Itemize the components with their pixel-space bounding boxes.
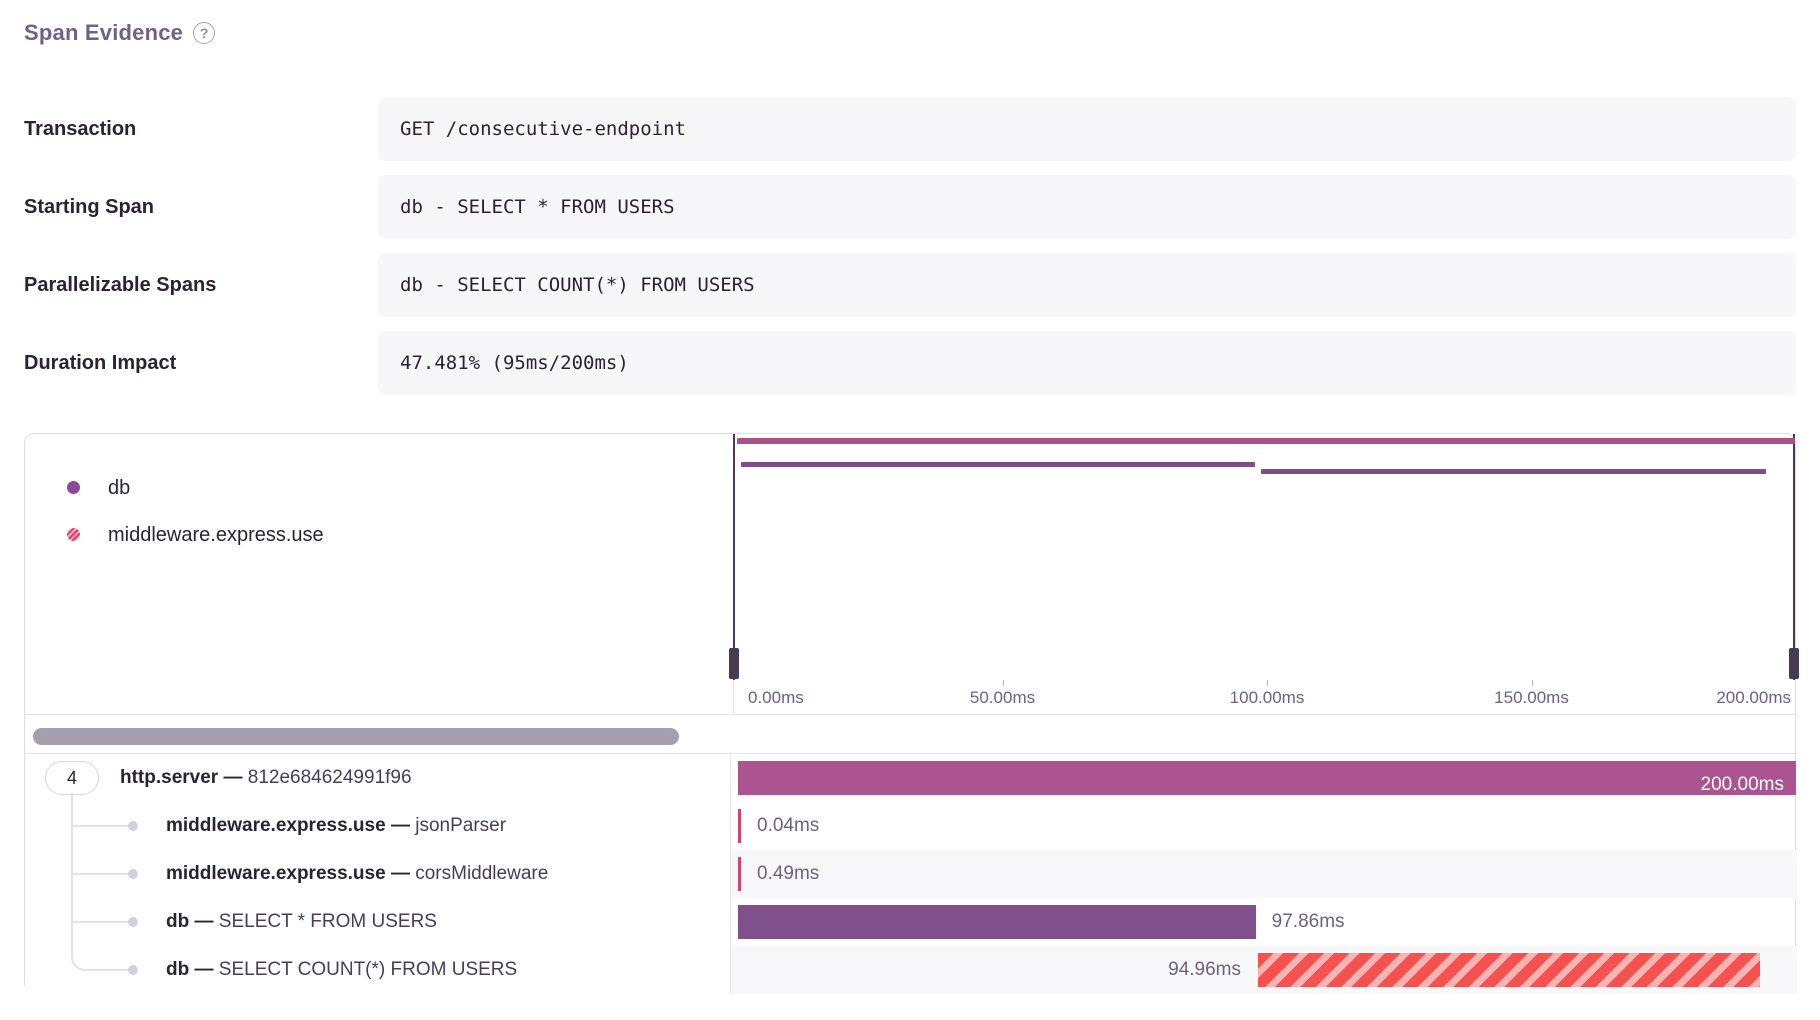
- legend-item-middleware-express-use[interactable]: middleware.express.use0.53ms0%: [25, 517, 730, 553]
- detail-row-transaction: Transaction GET /consecutive-endpoint: [24, 97, 1796, 161]
- transaction-value: GET /consecutive-endpoint: [378, 97, 1796, 161]
- span-row-http-server-0[interactable]: 4 http.server — 812e684624991f96 200.00ms: [25, 754, 1797, 802]
- span-evidence-panel: Span Evidence ? Transaction GET /consecut…: [0, 0, 1820, 1020]
- span-description: SELECT * FROM USERS: [219, 911, 437, 932]
- span-row-title: db — SELECT * FROM USERS: [166, 898, 437, 946]
- span-row-bar-cell: 94.96ms: [730, 946, 1797, 994]
- minimap-right-handle-line[interactable]: [1793, 434, 1795, 680]
- span-dash: —: [218, 767, 248, 788]
- span-op: http.server: [120, 767, 218, 788]
- span-op: db: [166, 911, 189, 932]
- axis-tick-label: 50.00ms: [970, 680, 1035, 714]
- span-duration-bar: [738, 809, 741, 843]
- span-count-toggle[interactable]: 4: [45, 761, 99, 795]
- axis-tick-label: 0.00ms: [748, 680, 804, 714]
- span-duration-bar: [738, 905, 1256, 939]
- axis-tick-label: 100.00ms: [1230, 680, 1305, 714]
- span-description: SELECT COUNT(*) FROM USERS: [219, 959, 517, 980]
- divider-axis-bottom: [25, 714, 1797, 715]
- help-icon[interactable]: ?: [193, 22, 215, 44]
- span-row-bar-cell: 97.86ms: [730, 898, 1797, 946]
- span-description: 812e684624991f96: [248, 767, 412, 788]
- axis-tick-label: 150.00ms: [1494, 680, 1569, 714]
- span-op: middleware.express.use: [166, 863, 386, 884]
- span-row-name-cell: middleware.express.use — jsonParser: [25, 802, 730, 850]
- span-duration-label: 94.96ms: [1168, 946, 1241, 994]
- span-row-name-cell: db — SELECT COUNT(*) FROM USERS: [25, 946, 730, 994]
- span-row-name-cell: db — SELECT * FROM USERS: [25, 898, 730, 946]
- span-duration-bar: 200.00ms: [738, 761, 1796, 795]
- legend-dotted-dot-icon: [67, 528, 80, 541]
- minimap-span-bar: [741, 462, 1255, 467]
- span-row-title: middleware.express.use — corsMiddleware: [166, 850, 548, 898]
- time-axis: 0.00ms 50.00ms 100.00ms 150.00ms 200.00ms: [733, 680, 1795, 714]
- duration-impact-label: Duration Impact: [24, 331, 176, 395]
- span-row-bar-cell: 0.04ms: [730, 802, 1797, 850]
- horizontal-scrollbar[interactable]: [33, 728, 679, 745]
- starting-span-label: Starting Span: [24, 175, 154, 239]
- span-duration-bar: [738, 857, 741, 891]
- span-tree: 4http.server — 812e684624991f96200.00msm…: [25, 754, 1797, 994]
- legend-solid-dot-icon: [67, 481, 80, 494]
- detail-row-parallelizable-spans: Parallelizable Spans db - SELECT COUNT(*)…: [24, 253, 1796, 317]
- span-dash: —: [386, 863, 416, 884]
- span-op: db: [166, 959, 189, 980]
- span-row-title: db — SELECT COUNT(*) FROM USERS: [166, 946, 517, 994]
- span-row-bar-cell: 200.00ms: [730, 754, 1797, 802]
- span-row-title: middleware.express.use — jsonParser: [166, 802, 506, 850]
- transaction-label: Transaction: [24, 97, 136, 161]
- starting-span-value: db - SELECT * FROM USERS: [378, 175, 1796, 239]
- span-dash: —: [189, 959, 219, 980]
- parallelizable-spans-value: db - SELECT COUNT(*) FROM USERS: [378, 253, 1796, 317]
- minimap-right-handle-grip[interactable]: [1789, 648, 1799, 679]
- span-description: jsonParser: [415, 815, 506, 836]
- span-dash: —: [189, 911, 219, 932]
- span-duration-label: 0.04ms: [757, 802, 819, 850]
- page-title: Span Evidence: [24, 20, 183, 46]
- span-row-title: http.server — 812e684624991f96: [120, 754, 412, 802]
- detail-row-starting-span: Starting Span db - SELECT * FROM USERS: [24, 175, 1796, 239]
- span-op: middleware.express.use: [166, 815, 386, 836]
- legend-label: middleware.express.use: [108, 517, 324, 553]
- span-row-middleware-express-use-2[interactable]: middleware.express.use — corsMiddleware 0…: [25, 850, 1797, 898]
- span-row-name-cell: middleware.express.use — corsMiddleware: [25, 850, 730, 898]
- span-duration-bar: [1258, 953, 1760, 987]
- legend-label: db: [108, 470, 130, 506]
- detail-row-duration-impact: Duration Impact 47.481% (95ms/200ms): [24, 331, 1796, 395]
- legend-item-db[interactable]: db192.82ms100%: [25, 470, 730, 506]
- span-duration-label: 200.00ms: [1701, 768, 1796, 802]
- span-duration-label: 97.86ms: [1272, 898, 1345, 946]
- span-row-db-3[interactable]: db — SELECT * FROM USERS 97.86ms: [25, 898, 1797, 946]
- duration-impact-value: 47.481% (95ms/200ms): [378, 331, 1796, 395]
- span-dash: —: [386, 815, 416, 836]
- parallelizable-spans-label: Parallelizable Spans: [24, 253, 216, 317]
- axis-tick-label: 200.00ms: [1716, 680, 1791, 714]
- span-row-bar-cell: 0.49ms: [730, 850, 1797, 898]
- span-row-name-cell: 4 http.server — 812e684624991f96: [25, 754, 730, 802]
- span-description: corsMiddleware: [415, 863, 548, 884]
- minimap-span-bar: [1261, 469, 1767, 474]
- minimap: [733, 434, 1795, 680]
- minimap-left-handle-line[interactable]: [733, 434, 735, 680]
- span-duration-label: 0.49ms: [757, 850, 819, 898]
- span-row-middleware-express-use-1[interactable]: middleware.express.use — jsonParser 0.04m…: [25, 802, 1797, 850]
- minimap-left-handle-grip[interactable]: [729, 648, 739, 679]
- span-waterfall-card: db192.82ms100% middleware.express.use0.53…: [24, 433, 1796, 993]
- span-row-db-4[interactable]: db — SELECT COUNT(*) FROM USERS 94.96ms: [25, 946, 1797, 994]
- panel-header: Span Evidence ?: [24, 20, 215, 46]
- minimap-span-bar: [737, 438, 1795, 444]
